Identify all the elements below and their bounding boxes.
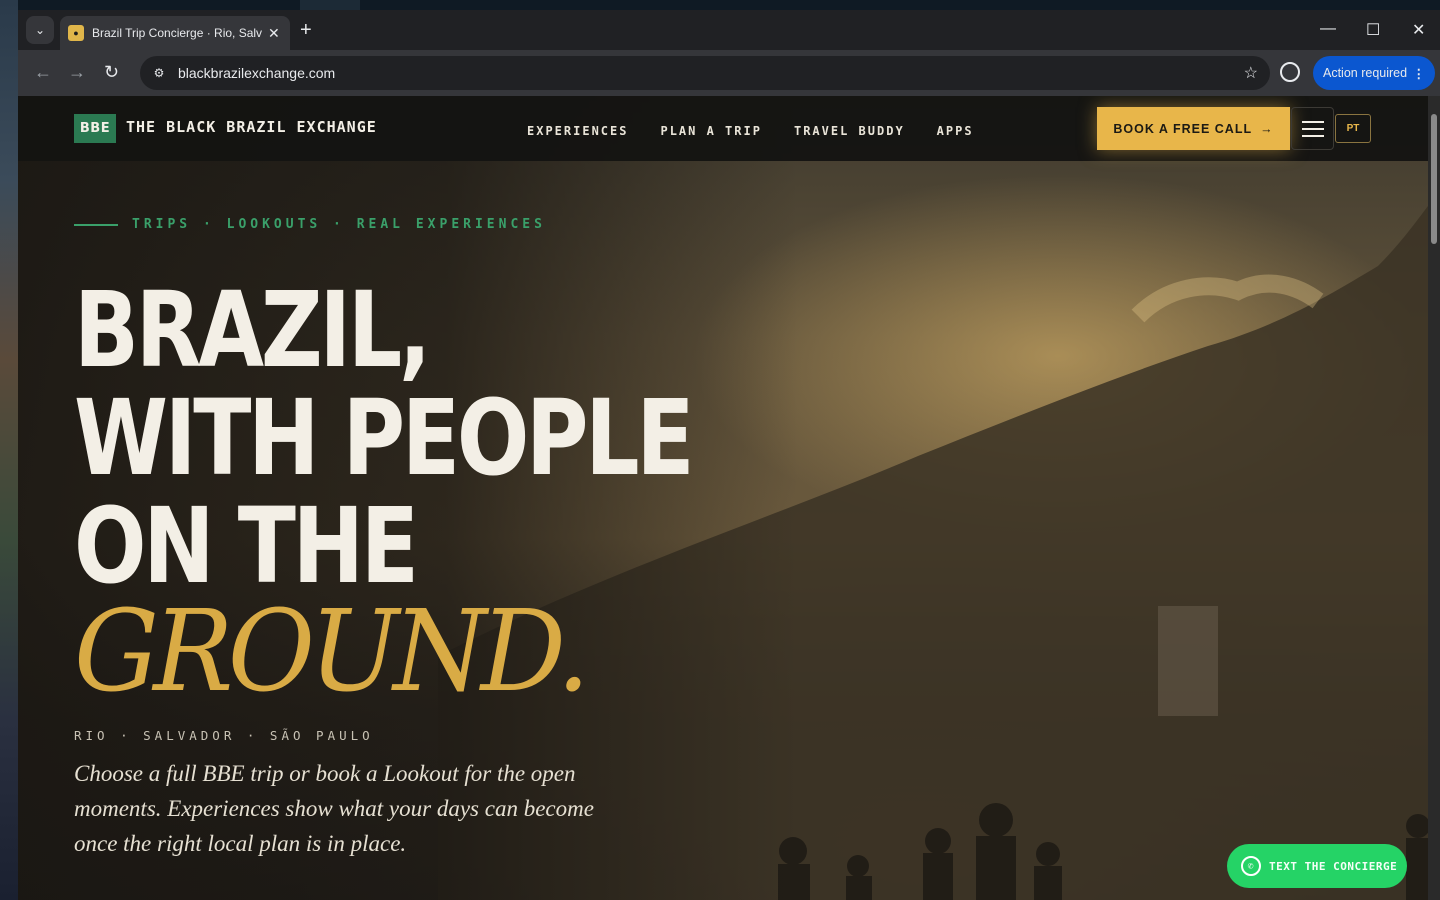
more-menu-icon[interactable]: ⋮ [1413, 66, 1426, 81]
active-tab[interactable]: ● Brazil Trip Concierge · Rio, Salva ✕ [60, 16, 290, 50]
site-favicon-icon: ● [68, 25, 84, 41]
minimize-button[interactable]: — [1320, 20, 1336, 38]
nav-link-apps[interactable]: APPS [937, 124, 974, 138]
browser-toolbar: ← → ↻ ⚙ blackbrazilexchange.com ☆ Action… [18, 50, 1440, 96]
reload-button[interactable]: ↻ [104, 62, 119, 83]
whatsapp-icon: ✆ [1241, 856, 1261, 876]
hero-title-line-3: ON THE [74, 485, 419, 607]
forward-button[interactable]: → [68, 62, 86, 83]
arrow-right-icon: → [1260, 121, 1274, 136]
hero-title-line-2: WITH PEOPLE [74, 377, 695, 499]
address-bar[interactable]: ⚙ blackbrazilexchange.com ☆ [140, 56, 1270, 90]
logo-badge[interactable]: BBE [74, 114, 116, 143]
eyebrow-text: TRIPS · LOOKOUTS · REAL EXPERIENCES [132, 217, 546, 232]
hero-title-line-1: BRAZIL, [74, 269, 431, 391]
browser-window: ⌄ ● Brazil Trip Concierge · Rio, Salva ✕… [18, 10, 1440, 900]
hero-lede: Choose a full BBE trip or book a Lookout… [74, 761, 594, 856]
desktop-taskbar-segment [300, 0, 360, 10]
tab-close-icon[interactable]: ✕ [268, 25, 280, 42]
page-scrollbar[interactable] [1428, 96, 1440, 900]
hero-cities: RIO · SALVADOR · SÃO PAULO [74, 728, 374, 743]
page-viewport: BBE THE BLACK BRAZIL EXCHANGE EXPERIENCE… [18, 96, 1428, 900]
new-tab-button[interactable]: + [300, 20, 312, 40]
profile-icon[interactable] [1280, 62, 1300, 82]
eyebrow-rule [74, 223, 118, 226]
action-required-label: Action required [1323, 66, 1408, 80]
tab-search-dropdown-icon[interactable]: ⌄ [26, 16, 54, 44]
whatsapp-label: TEXT THE CONCIERGE [1269, 859, 1398, 873]
desktop-background [0, 0, 18, 900]
maximize-button[interactable]: ☐ [1366, 20, 1380, 40]
site-header: BBE THE BLACK BRAZIL EXCHANGE EXPERIENCE… [18, 96, 1428, 161]
tab-bar: ⌄ ● Brazil Trip Concierge · Rio, Salva ✕… [18, 10, 1440, 50]
site-info-icon[interactable]: ⚙ [148, 62, 170, 84]
desktop-top-bar [0, 0, 1440, 10]
scrollbar-thumb[interactable] [1431, 114, 1437, 244]
bookmark-star-icon[interactable]: ☆ [1244, 63, 1258, 83]
nav-link-experiences[interactable]: EXPERIENCES [527, 124, 628, 138]
logo-wordmark[interactable]: THE BLACK BRAZIL EXCHANGE [126, 118, 377, 136]
tab-title: Brazil Trip Concierge · Rio, Salva [92, 26, 262, 40]
cta-label: BOOK A FREE CALL [1113, 121, 1253, 136]
hamburger-menu-icon[interactable] [1291, 107, 1334, 150]
hero-eyebrow: TRIPS · LOOKOUTS · REAL EXPERIENCES [74, 217, 546, 232]
hero-title-line-4: GROUND. [74, 587, 590, 717]
action-required-button[interactable]: Action required ⋮ [1313, 56, 1435, 90]
text-concierge-button[interactable]: ✆ TEXT THE CONCIERGE [1227, 844, 1407, 888]
close-window-button[interactable]: ✕ [1412, 20, 1425, 40]
nav-link-travel-buddy[interactable]: TRAVEL BUDDY [794, 124, 905, 138]
url-text[interactable]: blackbrazilexchange.com [178, 65, 335, 81]
book-free-call-button[interactable]: BOOK A FREE CALL → [1097, 107, 1290, 150]
language-toggle-button[interactable]: PT [1335, 114, 1371, 143]
main-nav: EXPERIENCES PLAN A TRIP TRAVEL BUDDY APP… [527, 124, 974, 138]
back-button[interactable]: ← [34, 62, 52, 83]
nav-link-plan-a-trip[interactable]: PLAN A TRIP [660, 124, 761, 138]
